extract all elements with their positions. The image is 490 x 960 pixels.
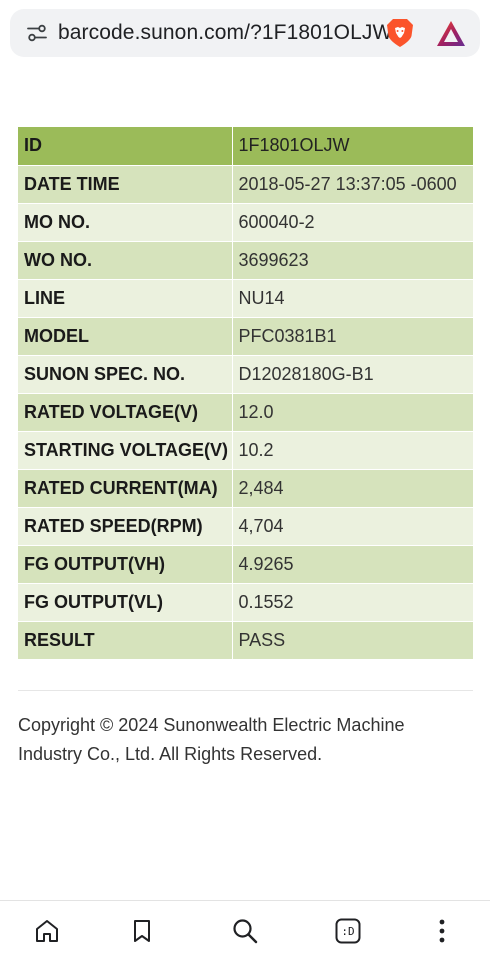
tab-count: :D [341,924,355,938]
barcode-info-table: ID 1F1801OLJW DATE TIME 2018-05-27 13:37:05… [18,127,473,660]
row-value: 12.0 [232,393,473,432]
row-label: LINE [18,279,233,318]
row-value: NU14 [232,279,473,318]
table-row: DATE TIME 2018-05-27 13:37:05 -0600 [18,165,473,204]
home-icon[interactable] [33,917,61,945]
row-label: STARTING VOLTAGE(V) [18,431,233,470]
page-info-icon[interactable] [27,24,47,42]
row-label: SUNON SPEC. NO. [18,355,233,394]
table-row: MO NO. 600040-2 [18,203,473,242]
row-label: WO NO. [18,241,233,280]
table-row: STARTING VOLTAGE(V) 10.2 [18,431,473,470]
row-value: 0.1552 [232,583,473,622]
row-label: DATE TIME [18,165,233,204]
row-value: 10.2 [232,431,473,470]
table-row: FG OUTPUT(VH) 4.9265 [18,545,473,584]
search-icon[interactable] [231,917,259,945]
row-value: 1F1801OLJW [232,127,473,166]
copyright-text: Copyright © 2024 Sunonwealth Electric Ma… [18,715,405,764]
brave-shields-icon[interactable] [386,18,414,48]
row-value: PASS [232,621,473,660]
row-value: 4,704 [232,507,473,546]
row-value: 3699623 [232,241,473,280]
table-row: RATED SPEED(RPM) 4,704 [18,507,473,546]
more-menu-icon[interactable] [428,917,456,945]
row-value: 4.9265 [232,545,473,584]
row-value: 2018-05-27 13:37:05 -0600 [232,165,473,204]
table-row: FG OUTPUT(VL) 0.1552 [18,583,473,622]
footer-divider [18,690,473,691]
row-value: PFC0381B1 [232,317,473,356]
table-row: WO NO. 3699623 [18,241,473,280]
table-row: RATED CURRENT(MA) 2,484 [18,469,473,508]
table-row: RESULT PASS [18,621,473,660]
table-row: SUNON SPEC. NO. D12028180G-B1 [18,355,473,394]
table-body: ID 1F1801OLJW DATE TIME 2018-05-27 13:37:05… [18,127,473,660]
tabs-icon[interactable]: :D [334,917,362,945]
url-text[interactable]: barcode.sunon.com/?1F1801OLJW [58,21,392,45]
row-label: MO NO. [18,203,233,242]
row-value: D12028180G-B1 [232,355,473,394]
row-label: RATED CURRENT(MA) [18,469,233,508]
row-label: FG OUTPUT(VH) [18,545,233,584]
row-label: RATED VOLTAGE(V) [18,393,233,432]
table-row: RATED VOLTAGE(V) 12.0 [18,393,473,432]
row-label: RESULT [18,621,233,660]
bottom-toolbar: :D [0,900,490,960]
row-value: 600040-2 [232,203,473,242]
row-value: 2,484 [232,469,473,508]
address-bar[interactable]: barcode.sunon.com/?1F1801OLJW [10,9,480,57]
row-label: ID [18,127,233,166]
table-row: ID 1F1801OLJW [18,127,473,166]
row-label: FG OUTPUT(VL) [18,583,233,622]
table-row: MODEL PFC0381B1 [18,317,473,356]
row-label: MODEL [18,317,233,356]
table-row: LINE NU14 [18,279,473,318]
row-label: RATED SPEED(RPM) [18,507,233,546]
bookmark-icon[interactable] [128,917,156,945]
brave-rewards-icon[interactable] [436,20,466,47]
